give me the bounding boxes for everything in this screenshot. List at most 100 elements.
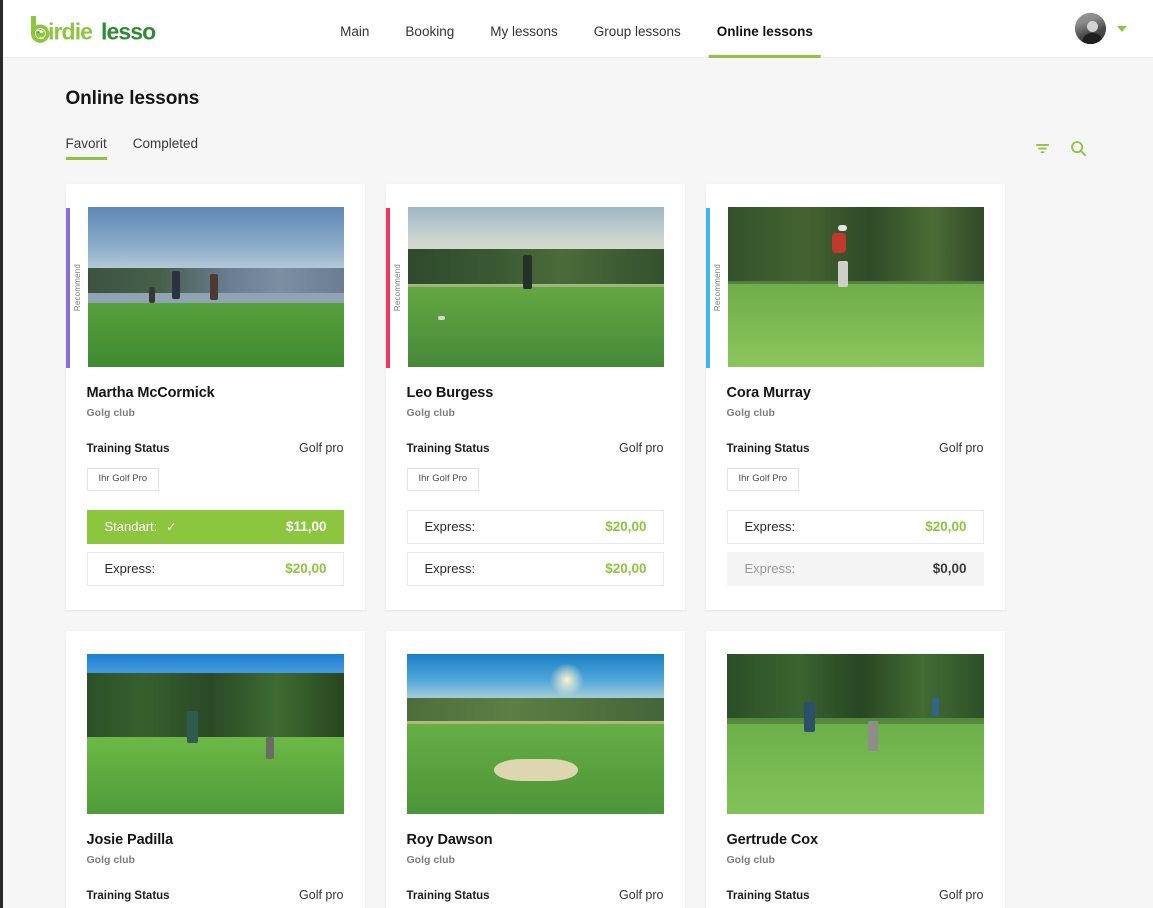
status-label: Training Status bbox=[726, 889, 810, 902]
lesson-card[interactable]: Roy Dawson Golg club Training Status Gol… bbox=[385, 630, 685, 908]
photo-trees bbox=[726, 653, 984, 718]
lesson-photo bbox=[407, 207, 664, 367]
lesson-card[interactable]: Recommend Cora Murray Golg club Training… bbox=[705, 184, 1005, 610]
lesson-club: Golg club bbox=[406, 407, 455, 419]
photo-green bbox=[727, 283, 984, 367]
recommend-text: Recommend bbox=[73, 264, 82, 312]
nav-item-online-lessons[interactable]: Online lessons bbox=[699, 25, 831, 58]
price-list: Express: $20,00 Express: $20,00 bbox=[406, 509, 664, 586]
photo-golfer-legs bbox=[837, 261, 848, 288]
price-amount: $11,00 bbox=[285, 519, 327, 534]
photo-treeline bbox=[407, 248, 664, 284]
lesson-card[interactable]: Josie Padilla Golg club Training Status … bbox=[65, 630, 365, 908]
photo-golfer bbox=[186, 711, 198, 744]
photo-golfer-cap bbox=[837, 224, 847, 231]
price-row[interactable]: Express: $20,00 bbox=[86, 551, 344, 586]
lesson-club: Golg club bbox=[86, 407, 135, 419]
photo-golfer bbox=[171, 271, 180, 299]
price-row: Express: $0,00 bbox=[726, 551, 984, 586]
photo-trees bbox=[727, 207, 984, 281]
lesson-photo bbox=[87, 207, 344, 367]
pro-badge: Ihr Golf Pro bbox=[726, 468, 800, 491]
status-label: Training Status bbox=[406, 889, 490, 902]
main-nav: Main Booking My lessons Group lessons On… bbox=[322, 0, 831, 58]
price-row[interactable]: Express: $20,00 bbox=[406, 551, 664, 586]
page-content: Online lessons Favorit Completed Recomme… bbox=[0, 58, 1153, 908]
price-label-wrap: Express: bbox=[745, 561, 796, 576]
tabs-row: Favorit Completed bbox=[65, 133, 1097, 163]
lesson-club: Golg club bbox=[726, 407, 775, 419]
tabs: Favorit Completed bbox=[65, 136, 198, 160]
photo-grass bbox=[407, 287, 664, 367]
tab-favorit[interactable]: Favorit bbox=[65, 136, 108, 160]
nav-item-booking[interactable]: Booking bbox=[387, 25, 472, 58]
price-row[interactable]: Express: $20,00 bbox=[726, 509, 984, 544]
tab-completed[interactable]: Completed bbox=[133, 136, 198, 160]
photo-person bbox=[210, 274, 219, 301]
lessons-grid: Recommend Martha McCormick Golg club Tra… bbox=[65, 184, 1097, 908]
user-menu[interactable] bbox=[1075, 13, 1127, 44]
price-label-wrap: Express: bbox=[745, 519, 796, 534]
recommend-text: Recommend bbox=[713, 264, 722, 312]
toolbar bbox=[1032, 137, 1097, 159]
recommend-label: Recommend bbox=[711, 208, 725, 368]
price-row[interactable]: Standart: ✓ $11,00 bbox=[86, 509, 344, 544]
photo-golfer bbox=[803, 701, 815, 732]
lesson-club: Golg club bbox=[726, 853, 775, 866]
recommend-label: Recommend bbox=[71, 208, 85, 368]
price-amount: $20,00 bbox=[605, 561, 647, 576]
lesson-name: Leo Burgess bbox=[406, 385, 494, 401]
photo-tee-marker bbox=[438, 315, 446, 320]
lesson-photo bbox=[726, 653, 984, 814]
price-amount: $0,00 bbox=[932, 561, 967, 576]
svg-text:irdie: irdie bbox=[48, 18, 92, 44]
status-label: Training Status bbox=[406, 443, 490, 455]
search-icon bbox=[1071, 140, 1087, 156]
status-label: Training Status bbox=[726, 443, 810, 455]
lesson-card[interactable]: Gertrude Cox Golg club Training Status G… bbox=[705, 630, 1005, 908]
chevron-down-icon[interactable] bbox=[1117, 25, 1127, 32]
lesson-card[interactable]: Recommend Leo Burgess Golg club Training… bbox=[385, 184, 685, 610]
nav-item-my-lessons[interactable]: My lessons bbox=[472, 25, 576, 58]
photo-fairway bbox=[86, 736, 344, 814]
avatar[interactable] bbox=[1075, 13, 1106, 44]
photo-pines bbox=[86, 672, 344, 737]
status-row: Training Status Golf pro bbox=[87, 888, 344, 902]
price-label-wrap: Express: bbox=[105, 561, 156, 576]
filter-icon bbox=[1036, 143, 1049, 153]
birdielessons-logo[interactable]: irdie lessons bbox=[27, 12, 157, 46]
lesson-club: Golg club bbox=[86, 853, 135, 866]
status-row: Training Status Golf pro bbox=[407, 441, 664, 455]
price-label-wrap: Express: bbox=[425, 561, 476, 576]
pro-badge: Ihr Golf Pro bbox=[406, 468, 480, 491]
price-label: Express: bbox=[744, 561, 796, 576]
photo-bunker bbox=[493, 759, 578, 782]
avatar-head bbox=[1086, 21, 1098, 33]
lesson-card[interactable]: Recommend Martha McCormick Golg club Tra… bbox=[65, 184, 365, 610]
price-list: Standart: ✓ $11,00 Express: $20,00 bbox=[86, 509, 344, 586]
lesson-name: Cora Murray bbox=[726, 385, 811, 401]
price-label-wrap: Standart: ✓ bbox=[105, 519, 177, 534]
lesson-photo bbox=[727, 207, 984, 367]
status-value: Golf pro bbox=[939, 441, 984, 455]
price-label: Express: bbox=[424, 519, 476, 534]
price-amount: $20,00 bbox=[285, 561, 327, 576]
status-value: Golf pro bbox=[939, 887, 984, 902]
price-label: Express: bbox=[744, 519, 796, 534]
price-row[interactable]: Express: $20,00 bbox=[406, 509, 664, 544]
photo-hills bbox=[406, 698, 664, 721]
photo-sun-glow bbox=[550, 663, 585, 698]
lesson-name: Gertrude Cox bbox=[726, 831, 819, 848]
price-amount: $20,00 bbox=[605, 519, 647, 534]
status-label: Training Status bbox=[86, 889, 170, 902]
nav-item-main[interactable]: Main bbox=[322, 25, 387, 58]
pro-badge: Ihr Golf Pro bbox=[86, 468, 160, 491]
price-label: Express: bbox=[424, 561, 476, 576]
recommend-rail bbox=[385, 208, 390, 368]
filter-button[interactable] bbox=[1032, 137, 1054, 159]
search-button[interactable] bbox=[1068, 137, 1090, 159]
status-label: Training Status bbox=[86, 443, 170, 455]
price-amount: $20,00 bbox=[925, 519, 967, 534]
lesson-name: Martha McCormick bbox=[86, 385, 215, 401]
nav-item-group-lessons[interactable]: Group lessons bbox=[576, 25, 699, 58]
